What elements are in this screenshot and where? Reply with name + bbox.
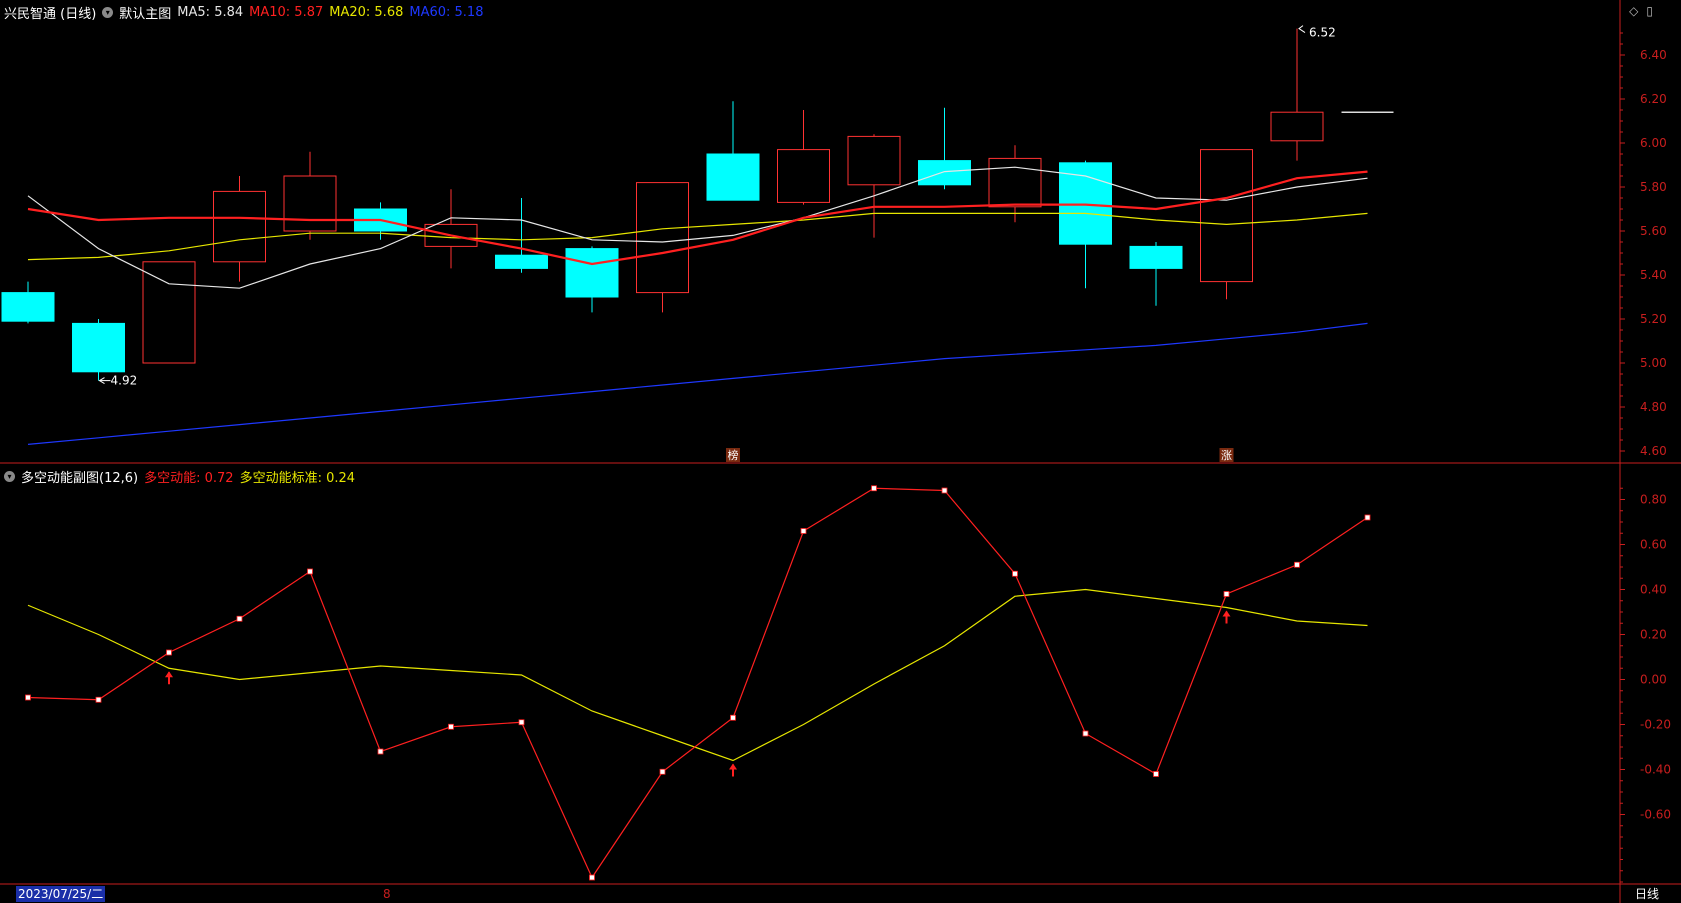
candle-up (1200, 149, 1253, 283)
sub-title[interactable]: 多空动能副图(12,6) (21, 467, 138, 486)
template-name[interactable]: 默认主图 (119, 3, 171, 22)
ma5-label: MA5: 5.84 (177, 4, 244, 20)
candle-down (1129, 245, 1183, 269)
momentum-point (1364, 514, 1371, 521)
date-cursor-label: 2023/07/25/二 (16, 886, 106, 902)
ma10-label: MA10: 5.87 (249, 4, 324, 20)
momentum-point (236, 615, 243, 622)
candle-up (1270, 111, 1324, 142)
candle-up (636, 182, 689, 294)
ma20-label: MA20: 5.68 (329, 4, 404, 20)
main-chart-header: 兴民智通 (日线) ▾ 默认主图 MA5: 5.84 MA10: 5.87 MA… (0, 2, 489, 22)
settings-circle-icon[interactable]: ▾ (102, 6, 114, 18)
candle-up (283, 175, 337, 232)
candle-down (706, 153, 760, 201)
momentum-point (166, 649, 172, 656)
momentum-label: 多空动能: 0.72 (144, 470, 234, 486)
momentum-point (589, 874, 595, 881)
price-tick-label: 4.80 (1640, 400, 1667, 414)
price-tick-label: 5.00 (1640, 356, 1667, 370)
ma60-label: MA60: 5.18 (409, 4, 484, 20)
time-tick-label: 8 (383, 887, 391, 901)
period-button[interactable]: 日线 (1635, 886, 1659, 902)
sub-tick-label: 0.40 (1640, 583, 1667, 597)
diamond-icon[interactable]: ◇ (1629, 4, 1638, 18)
sub-tick-label: -0.60 (1640, 808, 1671, 822)
candle-up (142, 261, 196, 364)
momentum-point (95, 696, 102, 703)
high-marker-label: 6.52 (1309, 26, 1336, 40)
window-controls: ◇ ▯ (1629, 4, 1653, 18)
price-tick-label: 5.80 (1640, 180, 1667, 194)
momentum-point (659, 768, 666, 775)
momentum-point (1294, 561, 1300, 568)
badge-label: 榜 (728, 448, 739, 462)
momentum-point (1082, 730, 1089, 737)
stock-name: 兴民智通 (日线) (4, 6, 97, 22)
price-tick-label: 6.00 (1640, 136, 1667, 150)
sub-tick-label: 0.00 (1640, 673, 1667, 687)
low-marker-label: 4.92 (111, 374, 138, 388)
sub-tick-label: 0.20 (1640, 628, 1667, 642)
candle-up (213, 190, 266, 263)
candle-down (1, 292, 55, 322)
candle-down (565, 248, 619, 298)
price-tick-label: 6.20 (1640, 92, 1667, 106)
panel-icon[interactable]: ▯ (1646, 4, 1653, 18)
momentum-point (25, 694, 31, 701)
sub-tick-label: 0.80 (1640, 493, 1667, 507)
momentum-point (941, 487, 948, 494)
price-tick-label: 5.20 (1640, 312, 1667, 326)
buy-signal-arrow-head (165, 671, 173, 678)
high-marker-arrow (1298, 25, 1306, 34)
buy-signal-arrow-head (729, 763, 737, 770)
candle-up (847, 135, 901, 186)
momentum-point (448, 723, 454, 730)
momentum-point (871, 485, 877, 492)
price-tick-label: 4.60 (1640, 444, 1667, 458)
buy-signal-arrow-head (1222, 610, 1231, 617)
candle-down (918, 160, 971, 186)
candle-down (72, 322, 125, 373)
stock-chart-app: 6.40 6.20 6.00 5.80 5.60 5.40 5.20 5.00 4.80 4.60… (0, 0, 1681, 903)
momentum-point (800, 528, 807, 534)
momentum-point (1153, 771, 1159, 777)
candle-down (495, 254, 548, 269)
sub-tick-label: -0.20 (1640, 718, 1671, 732)
standard-label: 多空动能标准: 0.24 (239, 470, 356, 486)
momentum-point (1012, 570, 1018, 577)
standard-line (27, 588, 1368, 762)
candle-up (988, 157, 1042, 208)
badge-label: 涨 (1221, 449, 1232, 462)
price-tick-label: 5.40 (1640, 268, 1667, 282)
momentum-point (377, 748, 384, 755)
ma60-line (27, 322, 1368, 445)
momentum-line (27, 487, 1368, 879)
price-tick-label: 6.40 (1640, 48, 1667, 62)
momentum-point (1223, 591, 1230, 597)
sub-tick-label: 0.60 (1640, 538, 1667, 552)
sub-settings-circle-icon[interactable]: ▾ (4, 470, 15, 482)
price-tick-label: 5.60 (1640, 224, 1667, 238)
momentum-point (518, 719, 525, 726)
time-axis-bar: 2023/07/25/二 8 日线 (0, 885, 1681, 903)
candle-up (777, 149, 830, 203)
sub-chart-header: ▾ 多空动能副图(12,6) 多空动能: 0.72 多空动能标准: 0.24 (0, 466, 361, 486)
momentum-point (730, 714, 736, 721)
sub-tick-label: -0.40 (1640, 763, 1671, 777)
momentum-point (307, 568, 313, 575)
chart-canvas: 6.40 6.20 6.00 5.80 5.60 5.40 5.20 5.00 4.80 4.60… (0, 0, 1681, 903)
